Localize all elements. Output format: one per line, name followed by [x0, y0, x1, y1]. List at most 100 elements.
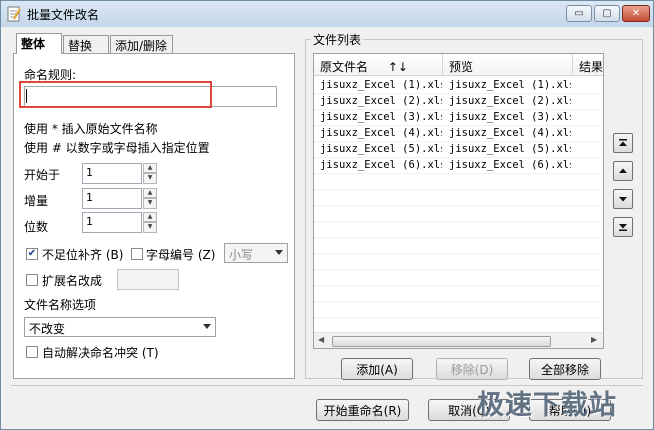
row-gridline — [314, 221, 603, 222]
table-row[interactable]: jisuxz_Excel (3).xls jisuxz_Excel (3).xls — [314, 110, 603, 126]
table-row[interactable]: jisuxz_Excel (5).xls jisuxz_Excel (5).xls — [314, 142, 603, 158]
column-original-label: 原文件名 — [320, 60, 369, 74]
case-value: 小写 — [229, 248, 254, 262]
table-row[interactable]: jisuxz_Excel (2).xls jisuxz_Excel (2).xls — [314, 94, 603, 110]
remove-all-button[interactable]: 全部移除 — [529, 358, 601, 380]
row-gridline — [314, 205, 603, 206]
increment-down-icon[interactable]: ▼ — [143, 198, 157, 209]
table-row[interactable]: jisuxz_Excel (1).xls jisuxz_Excel (1).xls — [314, 78, 603, 94]
title-bar: 批量文件改名 ▭ ▢ ✕ — [1, 1, 653, 27]
original-name-cell: jisuxz_Excel (5).xls — [320, 143, 442, 155]
tab-panel: 命名规则: 使用 * 插入原始文件名称 使用 # 以数字或字母插入指定位置 开始… — [13, 53, 295, 379]
column-preview-label: 预览 — [449, 60, 474, 74]
increment-up-icon[interactable]: ▲ — [143, 188, 157, 198]
row-gridline — [314, 109, 603, 110]
start-down-icon[interactable]: ▼ — [143, 173, 157, 184]
move-down-button[interactable] — [613, 189, 633, 209]
digits-up-icon[interactable]: ▲ — [143, 212, 157, 222]
main-window: 批量文件改名 ▭ ▢ ✕ 整体 替换 添加/删除 命名规则: 使用 * 插入原始… — [0, 0, 654, 430]
tab-replace[interactable]: 替换 — [63, 35, 109, 53]
auto-resolve-checkbox[interactable] — [26, 346, 38, 358]
table-row[interactable]: jisuxz_Excel (6).xls jisuxz_Excel (6).xls — [314, 158, 603, 174]
original-name-cell: jisuxz_Excel (1).xls — [320, 79, 442, 91]
tab-overall[interactable]: 整体 — [16, 33, 62, 54]
row-gridline — [314, 253, 603, 254]
row-gridline — [314, 301, 603, 302]
file-list-title: 文件列表 — [311, 31, 364, 48]
original-name-cell: jisuxz_Excel (2).xls — [320, 95, 442, 107]
row-gridline — [314, 93, 603, 94]
preview-name-cell: jisuxz_Excel (2).xls — [449, 95, 571, 107]
start-label: 开始于 — [24, 168, 61, 182]
pad-checkbox[interactable]: ✔ — [26, 248, 38, 260]
column-header-preview[interactable]: 预览 — [443, 54, 573, 76]
scroll-thumb[interactable] — [332, 336, 551, 347]
start-input[interactable]: 1 — [82, 163, 142, 184]
chevron-down-icon — [275, 250, 283, 255]
extension-input[interactable] — [117, 269, 179, 290]
hint-insert-name: 使用 * 插入原始文件名称 — [24, 122, 158, 136]
increment-input[interactable]: 1 — [82, 188, 142, 209]
digits-input[interactable]: 1 — [82, 212, 142, 233]
extension-label: 扩展名改成 — [42, 274, 103, 288]
start-up-icon[interactable]: ▲ — [143, 163, 157, 173]
remove-button[interactable]: 移除(D) — [436, 358, 508, 380]
original-name-cell: jisuxz_Excel (3).xls — [320, 111, 442, 123]
column-result-label: 结果 — [579, 60, 604, 74]
move-up-icon — [619, 168, 627, 173]
original-name-cell: jisuxz_Excel (4).xls — [320, 127, 442, 139]
watermark: 极速下载站 — [477, 390, 617, 421]
row-gridline — [314, 173, 603, 174]
move-top-button[interactable] — [613, 133, 633, 153]
chevron-down-icon — [203, 324, 211, 329]
sort-icon: ↑↓ — [387, 60, 408, 74]
tab-add-remove[interactable]: 添加/删除 — [110, 35, 173, 53]
row-gridline — [314, 269, 603, 270]
close-button[interactable]: ✕ — [622, 5, 650, 22]
name-option-value: 不改变 — [29, 322, 66, 336]
move-bottom-button[interactable] — [613, 217, 633, 237]
file-list[interactable]: 原文件名 ↑↓ 预览 结果 jisuxz_Excel (1).xls jisuxz… — [313, 53, 604, 349]
case-select[interactable]: 小写 — [224, 243, 288, 263]
hint-insert-number: 使用 # 以数字或字母插入指定位置 — [24, 141, 210, 155]
preview-name-cell: jisuxz_Excel (1).xls — [449, 79, 571, 91]
move-top-icon — [619, 139, 627, 146]
row-gridline — [314, 237, 603, 238]
extension-checkbox[interactable] — [26, 274, 38, 286]
minimize-button[interactable]: ▭ — [566, 5, 592, 22]
add-button[interactable]: 添加(A) — [341, 358, 413, 380]
auto-resolve-label: 自动解决命名冲突 (T) — [42, 346, 159, 360]
move-down-icon — [619, 197, 627, 202]
letter-checkbox[interactable] — [131, 248, 143, 260]
row-gridline — [314, 125, 603, 126]
scroll-left-icon[interactable]: ◀ — [318, 335, 324, 344]
move-bottom-icon — [619, 224, 627, 231]
name-option-select[interactable]: 不改变 — [24, 317, 216, 337]
move-up-button[interactable] — [613, 161, 633, 181]
document-edit-icon — [7, 6, 21, 22]
horizontal-scrollbar[interactable]: ◀ ▶ — [314, 332, 603, 348]
scroll-right-icon[interactable]: ▶ — [591, 335, 597, 344]
maximize-icon: ▢ — [602, 8, 612, 19]
row-gridline — [314, 285, 603, 286]
column-header-result[interactable]: 结果 — [573, 54, 604, 76]
pad-label: 不足位补齐 (B) — [42, 248, 124, 262]
highlight-box — [19, 81, 212, 108]
window-title: 批量文件改名 — [27, 8, 100, 22]
row-gridline — [314, 317, 603, 318]
letter-label: 字母编号 (Z) — [146, 248, 216, 262]
name-option-label: 文件名称选项 — [24, 298, 97, 312]
increment-label: 增量 — [24, 194, 49, 208]
maximize-button[interactable]: ▢ — [594, 5, 620, 22]
original-name-cell: jisuxz_Excel (6).xls — [320, 159, 442, 171]
digits-label: 位数 — [24, 220, 49, 234]
minimize-icon: ▭ — [574, 8, 584, 19]
preview-name-cell: jisuxz_Excel (3).xls — [449, 111, 571, 123]
row-gridline — [314, 141, 603, 142]
start-rename-button[interactable]: 开始重命名(R) — [316, 399, 409, 421]
preview-name-cell: jisuxz_Excel (4).xls — [449, 127, 571, 139]
table-row[interactable]: jisuxz_Excel (4).xls jisuxz_Excel (4).xls — [314, 126, 603, 142]
digits-down-icon[interactable]: ▼ — [143, 222, 157, 233]
column-header-original[interactable]: 原文件名 ↑↓ — [314, 54, 443, 76]
preview-name-cell: jisuxz_Excel (5).xls — [449, 143, 571, 155]
